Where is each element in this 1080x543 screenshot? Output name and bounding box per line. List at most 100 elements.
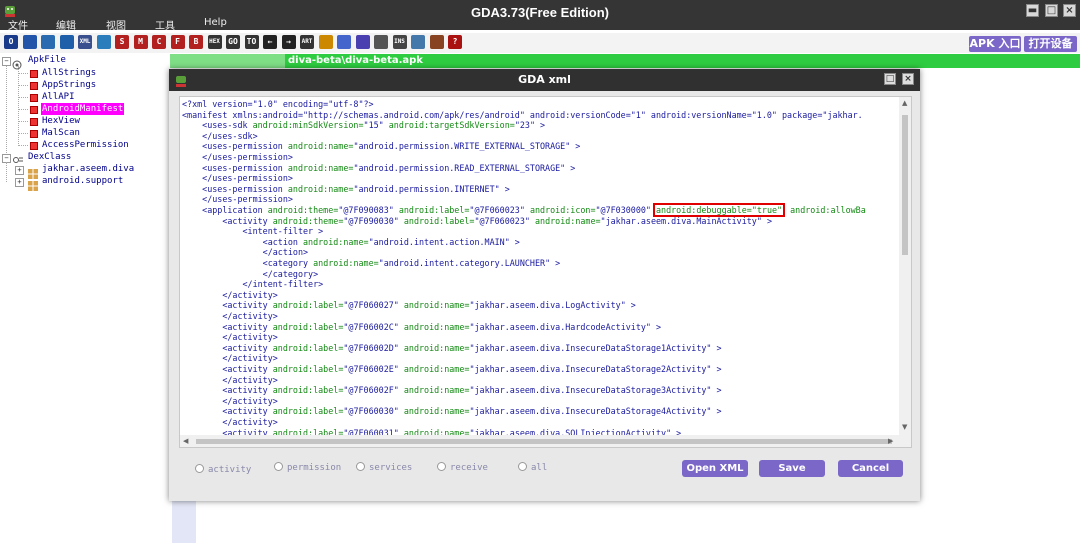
toolbar-help-icon[interactable]: ?: [448, 35, 462, 49]
xml-token: "@7F06002D": [343, 342, 404, 353]
package-icon: [28, 164, 38, 179]
toolbar-shield-icon[interactable]: [318, 35, 333, 49]
radio-receive[interactable]: receive: [437, 462, 488, 473]
xml-line: </uses-permission>: [182, 152, 293, 163]
xml-token: android:name=: [287, 141, 354, 152]
toolbar-xml-icon[interactable]: XML: [78, 35, 92, 49]
app-logo-icon: [175, 73, 187, 87]
tree-item-appstrings[interactable]: AppStrings: [42, 80, 96, 91]
scroll-down-icon[interactable]: ▼: [902, 423, 907, 431]
close-icon[interactable]: ×: [902, 73, 914, 85]
xml-token: android:label=: [398, 205, 470, 215]
toolbar-chart-icon[interactable]: [429, 35, 444, 49]
xml-token: android:label=: [272, 321, 344, 332]
tree-item-package[interactable]: android.support: [42, 176, 123, 187]
toolbar-forward-icon[interactable]: →: [281, 35, 296, 49]
xml-token: </action>: [182, 247, 309, 258]
scroll-right-icon[interactable]: ▶: [888, 437, 893, 445]
radio-all[interactable]: all: [518, 462, 547, 473]
xml-token: "android.permission.INTERNET" >: [353, 183, 510, 194]
xml-token: android:theme=: [272, 215, 344, 226]
radio-permission[interactable]: permission: [274, 462, 341, 473]
horizontal-scrollbar[interactable]: ◀ ▶: [180, 435, 899, 447]
xml-token: <intent-filter >: [182, 226, 324, 237]
xml-token: android:name=: [287, 183, 354, 194]
collapse-apkfile-icon[interactable]: −: [2, 57, 11, 66]
tree-item-malscan[interactable]: MalScan: [42, 128, 80, 139]
toolbar-go-icon[interactable]: GO: [226, 35, 240, 49]
toolbar-brush-icon[interactable]: [355, 35, 370, 49]
tree-item-allstrings[interactable]: AllStrings: [42, 68, 96, 79]
scroll-thumb[interactable]: [196, 439, 892, 444]
xml-line: </activity>: [182, 290, 277, 301]
toolbar-link-icon[interactable]: [59, 35, 74, 49]
xml-token: android:label=: [272, 364, 344, 374]
tree-item-package[interactable]: jakhar.aseem.diva: [42, 164, 134, 175]
tree-item-hexview[interactable]: HexView: [42, 116, 80, 127]
package-icon: [28, 176, 38, 191]
toolbar-o-icon[interactable]: O: [4, 35, 18, 49]
toolbar-image-icon[interactable]: [411, 35, 425, 49]
xml-token: <activity: [182, 342, 273, 353]
xml-line: <uses-sdk android:minSdkVersion="15" and…: [182, 120, 545, 131]
expand-package-icon[interactable]: +: [15, 166, 24, 175]
xml-line: </activity>: [182, 375, 277, 386]
scroll-up-icon[interactable]: ▲: [902, 99, 907, 107]
toolbar-to-icon[interactable]: TO: [244, 35, 259, 49]
xml-line: <activity android:label="@7F06002D" andr…: [182, 342, 721, 354]
maximize-icon[interactable]: □: [1045, 4, 1058, 17]
apk-entry-button[interactable]: APK 入口: [969, 36, 1021, 52]
tree-root-apkfile[interactable]: ApkFile: [28, 55, 66, 66]
xml-token: <uses-sdk: [182, 120, 253, 131]
open-xml-button[interactable]: Open XML: [682, 460, 748, 477]
toolbar-doc-icon[interactable]: [374, 35, 388, 49]
xml-viewer[interactable]: <?xml version="1.0" encoding="utf-8"?> <m…: [179, 96, 912, 448]
xml-token: </activity>: [182, 332, 278, 343]
menu-help[interactable]: Help: [204, 17, 227, 28]
minimize-icon[interactable]: ▬: [1026, 4, 1039, 17]
xml-line: </activity>: [182, 311, 277, 322]
tree-item-androidmanifest[interactable]: AndroidManifest: [41, 103, 125, 115]
toolbar-ins-icon[interactable]: INS: [392, 35, 407, 49]
xml-token: android:name=: [534, 215, 601, 226]
tree-item-allapi[interactable]: AllAPI: [42, 92, 75, 103]
xml-token: android:name=: [403, 342, 470, 353]
malscan-icon: [30, 130, 38, 138]
open-device-button[interactable]: 打开设备: [1024, 36, 1077, 52]
toolbar-hex-icon[interactable]: HEX: [207, 35, 222, 49]
menu-file[interactable]: 文件: [8, 17, 28, 32]
xml-token: <uses-permission: [182, 141, 288, 152]
scroll-thumb[interactable]: [902, 115, 908, 255]
toolbar-monitor-icon[interactable]: [337, 35, 351, 49]
manifest-icon: [30, 106, 38, 114]
expand-package-icon[interactable]: +: [15, 178, 24, 187]
side-strip: [172, 501, 196, 543]
scroll-left-icon[interactable]: ◀: [183, 437, 188, 445]
tree-root-dexclass[interactable]: DexClass: [28, 152, 71, 163]
menu-tools[interactable]: 工具: [155, 17, 175, 32]
toolbar-save-icon[interactable]: [22, 35, 37, 49]
cancel-button[interactable]: Cancel: [838, 460, 903, 477]
toolbar-search-icon[interactable]: [41, 35, 55, 49]
xml-token: </activity>: [182, 417, 278, 427]
radio-label: services: [369, 463, 413, 473]
close-icon[interactable]: ×: [1063, 4, 1076, 17]
radio-services[interactable]: services: [356, 462, 412, 473]
menu-edit[interactable]: 编辑: [56, 17, 76, 32]
gda-xml-dialog: GDA xml □ × <?xml version="1.0" encoding…: [169, 69, 920, 501]
vertical-scrollbar[interactable]: ▲ ▼: [899, 97, 911, 447]
toolbar-grid-icon[interactable]: [96, 35, 111, 49]
toolbar-s-icon[interactable]: S: [115, 35, 129, 49]
toolbar-back-icon[interactable]: ←: [263, 35, 277, 49]
radio-icon: [518, 462, 527, 471]
toolbar-f-icon[interactable]: F: [170, 35, 185, 49]
toolbar-c-icon[interactable]: C: [152, 35, 166, 49]
radio-activity[interactable]: activity: [195, 464, 251, 475]
menu-view[interactable]: 视图: [106, 17, 126, 32]
toolbar-m-icon[interactable]: M: [133, 35, 148, 49]
maximize-icon[interactable]: □: [884, 73, 896, 85]
save-button[interactable]: Save: [759, 460, 825, 477]
toolbar-b-icon[interactable]: B: [189, 35, 203, 49]
tree-item-accesspermission[interactable]: AccessPermission: [42, 140, 129, 151]
toolbar-art-icon[interactable]: ART: [300, 35, 314, 49]
